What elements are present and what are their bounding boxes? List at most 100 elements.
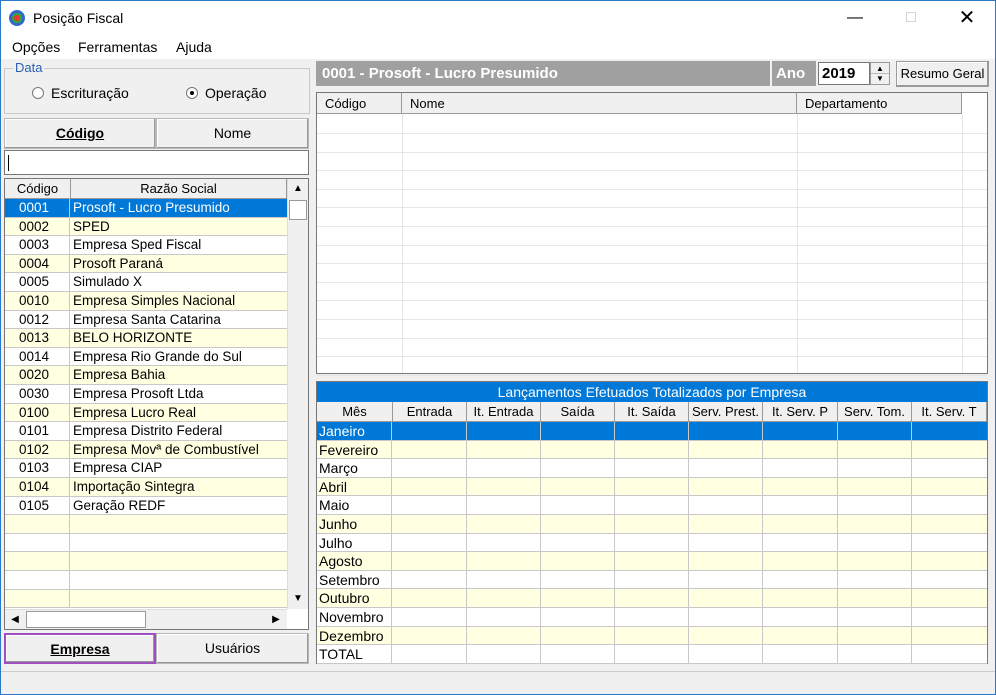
list-item[interactable]: 0030 Empresa Prosoft Ltda xyxy=(5,385,287,404)
company-list[interactable]: Código Razão Social 0001 Prosoft - Lucro … xyxy=(4,178,309,630)
list-item[interactable]: 0010 Empresa Simples Nacional xyxy=(5,292,287,311)
selected-company-header: 0001 - Prosoft - Lucro Presumido xyxy=(316,61,770,86)
cell-divider xyxy=(688,570,689,589)
cell-divider xyxy=(614,589,615,608)
column-header-codigo[interactable]: Código xyxy=(5,179,71,199)
list-item[interactable]: 0102 Empresa Movª de Combustível xyxy=(5,440,287,460)
tab-usuarios[interactable]: Usuários xyxy=(156,633,309,664)
table-row[interactable]: Outubro xyxy=(317,589,987,608)
company-code: 0030 xyxy=(5,385,70,403)
tab-usuarios-label: Usuários xyxy=(204,640,261,656)
hscrollbar-thumb[interactable] xyxy=(26,611,146,628)
table-row[interactable]: Agosto xyxy=(317,552,987,571)
cell-divider xyxy=(688,459,689,478)
radio-escrituracao[interactable]: Escrituração xyxy=(32,85,129,101)
list-item[interactable]: 0103 Empresa CIAP xyxy=(5,459,287,478)
column-header-nome[interactable]: Nome xyxy=(402,93,797,114)
totals-grid[interactable]: Lançamentos Efetuados Totalizados por Em… xyxy=(316,381,988,664)
column-header-departamento[interactable]: Departamento xyxy=(797,93,962,114)
table-row[interactable]: Janeiro xyxy=(317,422,987,441)
table-row[interactable]: Setembro xyxy=(317,570,987,590)
cell-divider xyxy=(688,533,689,552)
column-header-total[interactable]: Entrada xyxy=(393,402,467,422)
resumo-geral-button[interactable]: Resumo Geral xyxy=(896,61,989,87)
cell-divider xyxy=(837,552,838,571)
search-input[interactable] xyxy=(4,150,309,175)
cell-divider xyxy=(762,422,763,440)
ano-input[interactable]: 2019 xyxy=(818,62,870,85)
table-row[interactable]: Abril xyxy=(317,477,987,497)
list-item[interactable]: 0014 Empresa Rio Grande do Sul xyxy=(5,347,287,367)
window-title: Posição Fiscal xyxy=(33,10,124,26)
list-item[interactable]: 0001 Prosoft - Lucro Presumido xyxy=(5,199,287,218)
cell-divider xyxy=(466,459,467,478)
year-spinner[interactable]: ▲ ▼ xyxy=(870,62,890,85)
menu-ajuda[interactable]: Ajuda xyxy=(176,39,212,55)
tab-codigo[interactable]: Código xyxy=(4,118,156,149)
tab-empresa[interactable]: Empresa xyxy=(4,633,156,664)
column-header-total[interactable]: Serv. Prest. xyxy=(689,402,763,422)
column-header-total[interactable]: It. Entrada xyxy=(467,402,541,422)
scroll-left-icon[interactable]: ◀ xyxy=(5,610,25,629)
scroll-right-icon[interactable]: ▶ xyxy=(266,610,286,629)
list-item[interactable]: 0101 Empresa Distrito Federal xyxy=(5,422,287,441)
horizontal-scrollbar[interactable]: ◀ ▶ xyxy=(5,609,287,629)
column-header-total[interactable]: Serv. Tom. xyxy=(838,402,912,422)
list-item[interactable]: 0105 Geração REDF xyxy=(5,496,287,516)
table-row[interactable]: Maio xyxy=(317,496,987,515)
column-header-total[interactable]: Mês xyxy=(317,402,393,422)
scrollbar-thumb[interactable] xyxy=(289,200,307,220)
radio-operacao[interactable]: Operação xyxy=(186,85,266,101)
table-row[interactable]: Junho xyxy=(317,515,987,534)
list-item[interactable]: 0002 SPED xyxy=(5,217,287,237)
list-item[interactable]: 0003 Empresa Sped Fiscal xyxy=(5,236,287,255)
cell-divider xyxy=(837,626,838,645)
list-item[interactable]: 0020 Empresa Bahia xyxy=(5,366,287,385)
scroll-up-icon[interactable]: ▲ xyxy=(288,179,308,198)
list-item[interactable] xyxy=(5,515,287,534)
scroll-down-icon[interactable]: ▼ xyxy=(288,589,308,608)
month-cell: Dezembro xyxy=(317,626,392,645)
cell-divider xyxy=(614,626,615,645)
list-item[interactable]: 0013 BELO HORIZONTE xyxy=(5,329,287,348)
column-header-codigo-user[interactable]: Código xyxy=(317,93,402,114)
column-header-razao-social[interactable]: Razão Social xyxy=(71,179,287,199)
maximize-icon[interactable]: □ xyxy=(883,1,939,35)
list-item[interactable] xyxy=(5,571,287,590)
list-item[interactable]: 0012 Empresa Santa Catarina xyxy=(5,310,287,330)
list-item[interactable]: 0004 Prosoft Paraná xyxy=(5,254,287,274)
vertical-scrollbar[interactable]: ▲ ▼ xyxy=(287,179,308,609)
column-header-total[interactable]: Saída xyxy=(541,402,615,422)
list-item[interactable] xyxy=(5,589,287,609)
list-item[interactable] xyxy=(5,533,287,553)
menu-ferramentas[interactable]: Ferramentas xyxy=(78,39,157,55)
column-header-total[interactable]: It. Serv. T xyxy=(912,402,987,422)
list-item[interactable]: 0104 Importação Sintegra xyxy=(5,478,287,497)
month-cell: Agosto xyxy=(317,552,392,571)
spin-up-icon[interactable]: ▲ xyxy=(871,63,889,74)
table-row[interactable]: Julho xyxy=(317,533,987,553)
close-icon[interactable]: ✕ xyxy=(939,1,995,35)
table-row[interactable]: Dezembro xyxy=(317,626,987,646)
table-row[interactable]: TOTAL xyxy=(317,645,987,664)
table-row[interactable]: Fevereiro xyxy=(317,440,987,460)
column-header-total[interactable]: It. Saída xyxy=(615,402,689,422)
totals-grid-title: Lançamentos Efetuados Totalizados por Em… xyxy=(317,382,987,402)
tab-nome[interactable]: Nome xyxy=(156,118,309,149)
list-item[interactable]: 0005 Simulado X xyxy=(5,273,287,292)
column-header-total[interactable]: It. Serv. P xyxy=(763,402,838,422)
menu-opcoes[interactable]: Opções xyxy=(12,39,60,55)
company-code: 0020 xyxy=(5,366,70,385)
table-row[interactable]: Março xyxy=(317,459,987,478)
month-cell: Junho xyxy=(317,515,392,533)
list-item[interactable] xyxy=(5,552,287,571)
cell-divider xyxy=(688,552,689,571)
minimize-icon[interactable]: — xyxy=(827,1,883,35)
menu-bar: Opções Ferramentas Ajuda xyxy=(1,35,995,59)
grid-line xyxy=(317,319,987,320)
cell-divider xyxy=(540,515,541,533)
spin-down-icon[interactable]: ▼ xyxy=(871,74,889,84)
list-item[interactable]: 0100 Empresa Lucro Real xyxy=(5,403,287,423)
table-row[interactable]: Novembro xyxy=(317,608,987,627)
users-grid[interactable]: Código Nome Departamento xyxy=(316,92,988,376)
